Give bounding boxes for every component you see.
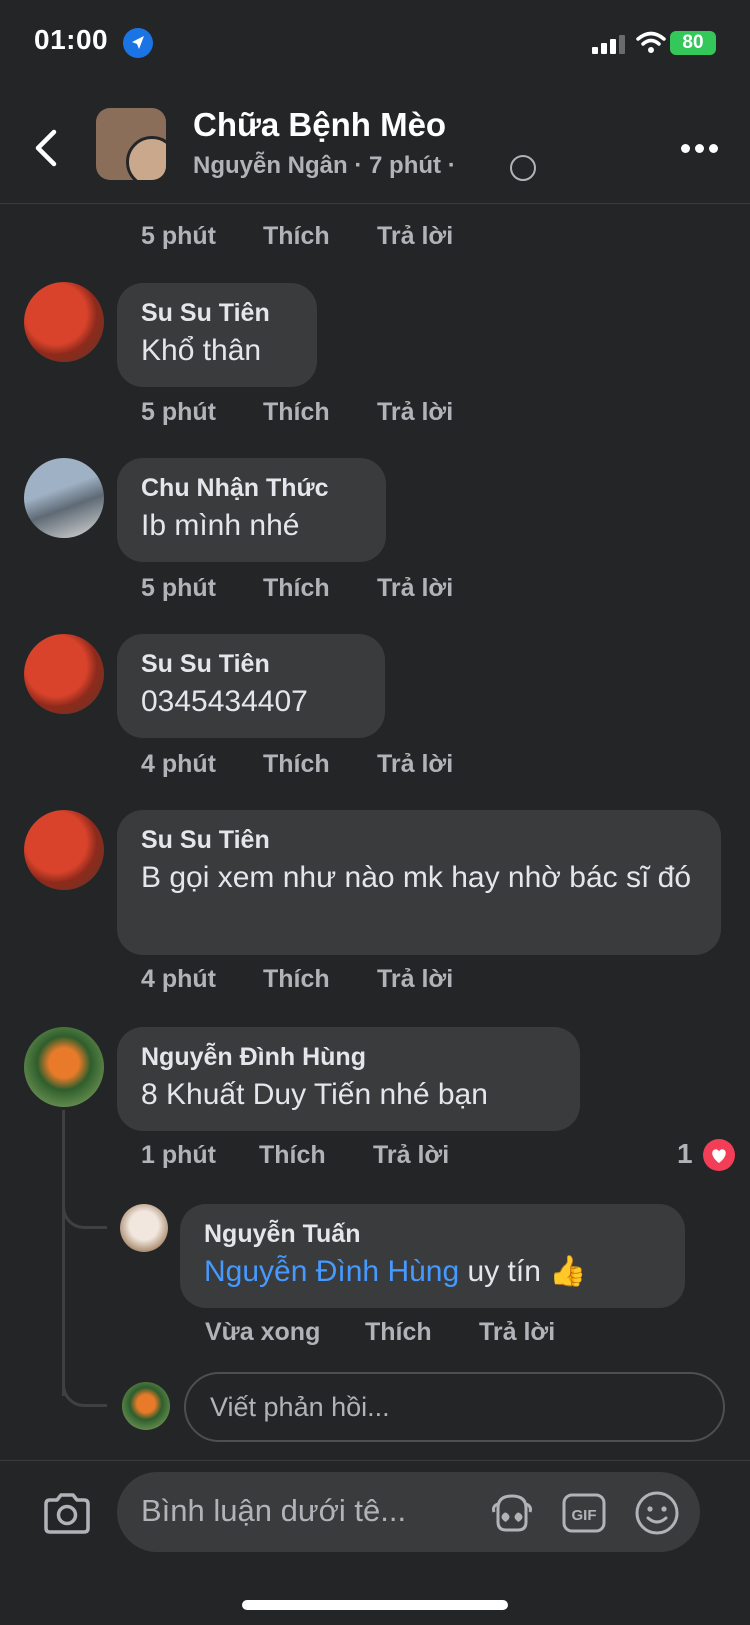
comment-text: Khổ thân bbox=[141, 334, 262, 367]
comment-actions: 5 phút Thích Trả lời bbox=[0, 222, 750, 254]
commenter-name[interactable]: Nguyễn Đình Hùng bbox=[141, 1043, 556, 1072]
like-button[interactable]: Thích bbox=[365, 1318, 432, 1347]
reply-button[interactable]: Trả lời bbox=[377, 750, 453, 779]
meta-separator: · bbox=[447, 152, 456, 179]
commenter-name[interactable]: Chu Nhận Thức bbox=[141, 474, 362, 503]
reply-button[interactable]: Trả lời bbox=[377, 574, 453, 603]
comment-bubble[interactable]: Su Su Tiên B gọi xem như nào mk hay nhờ … bbox=[117, 810, 721, 955]
like-button[interactable]: Thích bbox=[263, 222, 330, 251]
comment-bubble[interactable]: Su Su Tiên 0345434407 bbox=[117, 634, 385, 738]
comment-time: 5 phút bbox=[141, 222, 216, 250]
comment-time: Vừa xong bbox=[205, 1318, 321, 1346]
my-avatar bbox=[122, 1382, 170, 1430]
reply-input[interactable]: Viết phản hồi... bbox=[184, 1372, 725, 1442]
thread-branch bbox=[62, 1180, 107, 1229]
commenter-name[interactable]: Su Su Tiên bbox=[141, 826, 697, 855]
like-button[interactable]: Thích bbox=[259, 1141, 326, 1170]
comment-bubble[interactable]: Nguyễn Đình Hùng 8 Khuất Duy Tiến nhé bạ… bbox=[117, 1027, 580, 1131]
comment-input[interactable]: Bình luận dưới tê... bbox=[117, 1472, 700, 1552]
reply-body: uy tín 👍 bbox=[467, 1255, 587, 1288]
commenter-name[interactable]: Nguyễn Tuấn bbox=[204, 1220, 661, 1249]
comment-text: 0345434407 bbox=[141, 685, 308, 718]
post-meta: Nguyễn Ngân · 7 phút · bbox=[193, 152, 456, 180]
reply-button[interactable]: Trả lời bbox=[377, 398, 453, 427]
header-divider bbox=[0, 203, 750, 204]
post-time: 7 phút bbox=[369, 152, 442, 179]
comment-actions: 5 phút Thích Trả lời bbox=[0, 398, 750, 430]
like-button[interactable]: Thích bbox=[263, 574, 330, 603]
comment-actions: 5 phút Thích Trả lời bbox=[0, 574, 750, 606]
home-indicator bbox=[242, 1600, 508, 1610]
like-button[interactable]: Thích bbox=[263, 750, 330, 779]
comment-time: 1 phút bbox=[141, 1141, 216, 1169]
svg-text:GIF: GIF bbox=[572, 1507, 597, 1524]
commenter-name[interactable]: Su Su Tiên bbox=[141, 650, 361, 679]
battery-level: 80 bbox=[682, 32, 704, 53]
comment-placeholder: Bình luận dưới tê... bbox=[141, 1493, 407, 1528]
wifi-icon bbox=[636, 31, 666, 53]
reply-text: Nguyễn Đình Hùng uy tín 👍 bbox=[204, 1253, 661, 1291]
comment-bubble[interactable]: Chu Nhận Thức Ib mình nhé bbox=[117, 458, 386, 562]
avatar[interactable] bbox=[24, 1027, 104, 1107]
reply-button[interactable]: Trả lời bbox=[373, 1141, 449, 1170]
comment-time: 5 phút bbox=[141, 574, 216, 602]
avatar[interactable] bbox=[120, 1204, 168, 1252]
thread-branch bbox=[62, 1358, 107, 1407]
location-arrow-icon bbox=[123, 28, 153, 58]
reply-actions: Vừa xong Thích Trả lời bbox=[0, 1318, 750, 1350]
post-author[interactable]: Nguyễn Ngân bbox=[193, 152, 348, 179]
comment-text: B gọi xem như nào mk hay nhờ bác sĩ đó bbox=[141, 861, 692, 894]
camera-icon[interactable] bbox=[42, 1492, 92, 1534]
comment-time: 5 phút bbox=[141, 398, 216, 426]
heart-reaction-icon[interactable] bbox=[703, 1139, 735, 1171]
status-time: 01:00 bbox=[34, 24, 109, 55]
group-title[interactable]: Chữa Bệnh Mèo bbox=[193, 106, 446, 144]
author-avatar bbox=[126, 136, 166, 180]
mention-link[interactable]: Nguyễn Đình Hùng bbox=[204, 1255, 459, 1288]
chevron-left-icon[interactable] bbox=[30, 128, 64, 168]
reply-bubble[interactable]: Nguyễn Tuấn Nguyễn Đình Hùng uy tín 👍 bbox=[180, 1204, 685, 1308]
comment-actions: 1 phút Thích Trả lời bbox=[0, 1141, 650, 1173]
reply-button[interactable]: Trả lời bbox=[377, 222, 453, 251]
gif-icon[interactable]: GIF bbox=[562, 1493, 606, 1533]
more-dots-icon[interactable] bbox=[681, 140, 723, 154]
signal-icon bbox=[592, 35, 625, 54]
reply-button[interactable]: Trả lời bbox=[479, 1318, 555, 1347]
reply-placeholder: Viết phản hồi... bbox=[210, 1392, 390, 1422]
comment-actions: 4 phút Thích Trả lời bbox=[0, 750, 750, 782]
comment-text: 8 Khuất Duy Tiến nhé bạn bbox=[141, 1078, 488, 1111]
group-avatar[interactable] bbox=[96, 108, 166, 180]
battery-icon: 80 bbox=[670, 31, 716, 55]
like-button[interactable]: Thích bbox=[263, 965, 330, 994]
comment-time: 4 phút bbox=[141, 965, 216, 993]
avatar[interactable] bbox=[24, 634, 104, 714]
reaction-count[interactable]: 1 bbox=[677, 1138, 693, 1170]
comment-actions: 4 phút Thích Trả lời bbox=[0, 965, 750, 997]
comment-bubble[interactable]: Su Su Tiên Khổ thân bbox=[117, 283, 317, 387]
commenter-name[interactable]: Su Su Tiên bbox=[141, 299, 293, 328]
reply-button[interactable]: Trả lời bbox=[377, 965, 453, 994]
sticker-icon[interactable] bbox=[490, 1492, 534, 1534]
avatar[interactable] bbox=[24, 810, 104, 890]
globe-icon bbox=[510, 155, 536, 181]
like-button[interactable]: Thích bbox=[263, 398, 330, 427]
comment-time: 4 phút bbox=[141, 750, 216, 778]
comment-text: Ib mình nhé bbox=[141, 509, 300, 542]
meta-separator: · bbox=[354, 152, 370, 179]
avatar[interactable] bbox=[24, 282, 104, 362]
emoji-icon[interactable] bbox=[634, 1490, 680, 1536]
thread-line bbox=[62, 1110, 65, 1396]
avatar[interactable] bbox=[24, 458, 104, 538]
